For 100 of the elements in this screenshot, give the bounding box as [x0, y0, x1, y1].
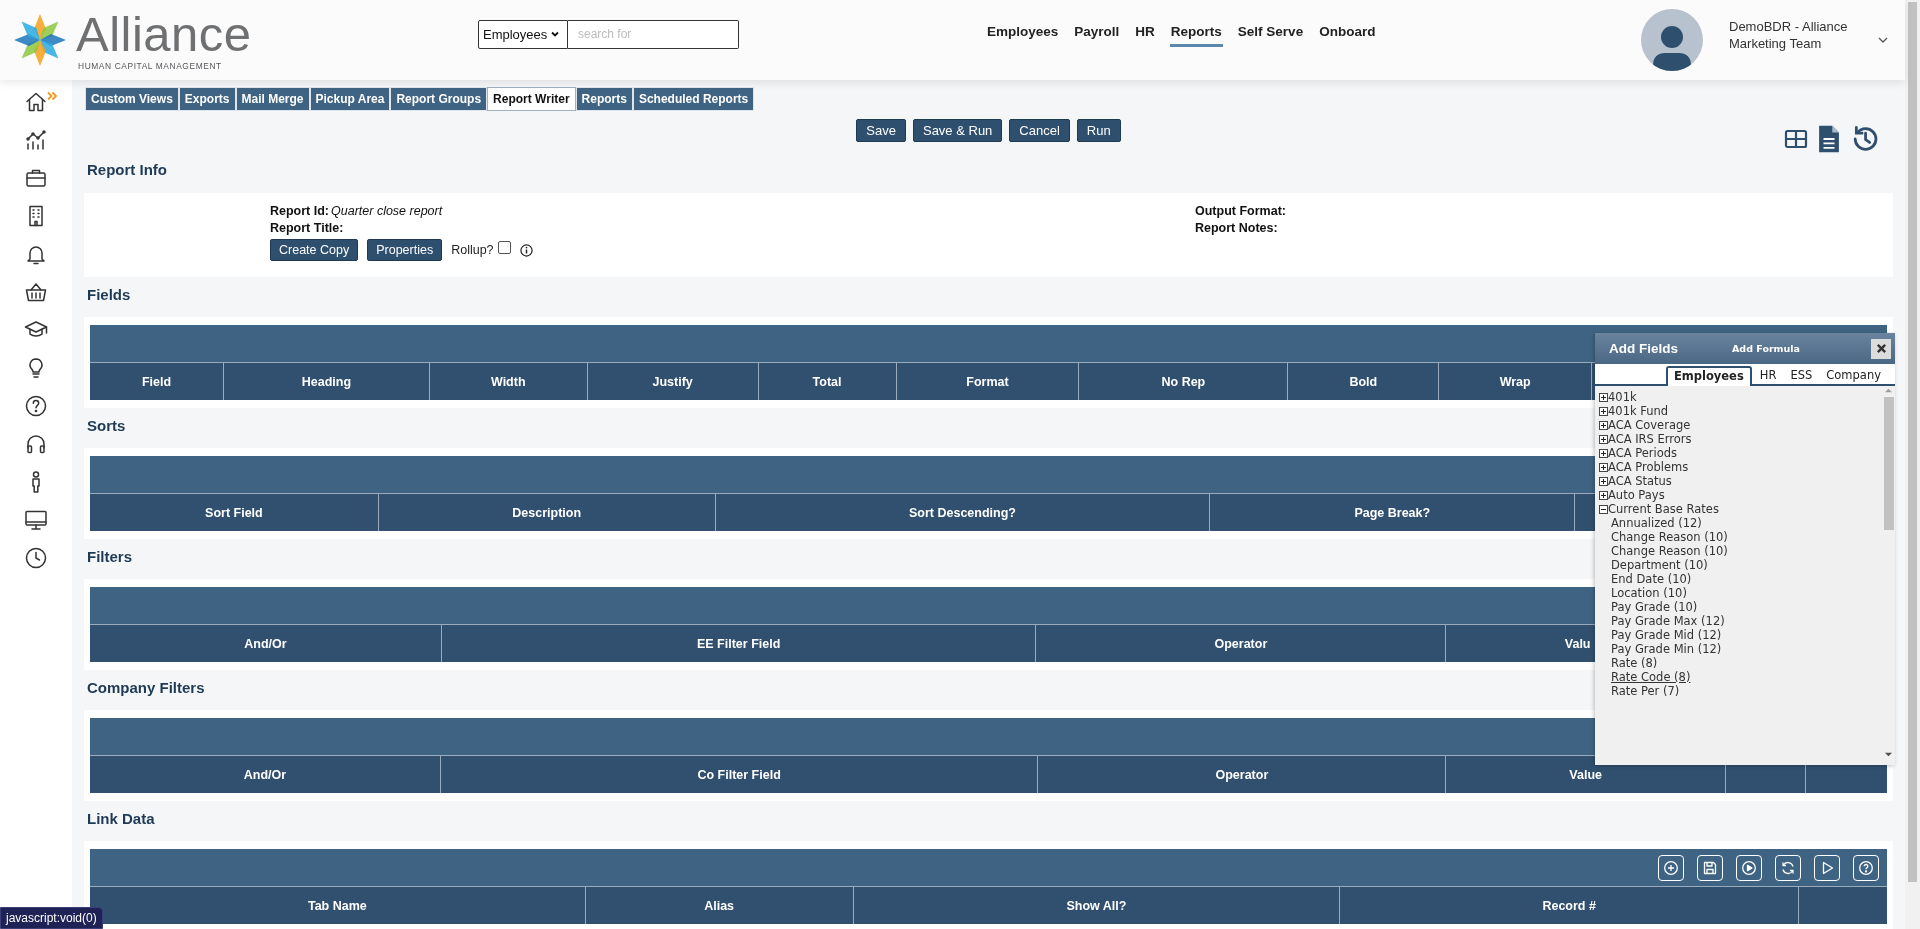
tree-item[interactable]: Change Reason (10): [1599, 530, 1882, 544]
basket-icon[interactable]: [24, 280, 48, 304]
refresh-icon: [1780, 859, 1796, 876]
headphones-icon[interactable]: [24, 432, 48, 456]
panel-tab[interactable]: ESS: [1784, 367, 1819, 384]
expand-icon[interactable]: [1599, 462, 1608, 472]
logo-tagline: HUMAN CAPITAL MANAGEMENT: [78, 60, 223, 71]
tree-item[interactable]: ACA Periods: [1608, 446, 1678, 460]
info-button[interactable]: Properties: [367, 239, 443, 261]
expand-icon[interactable]: [1599, 392, 1608, 402]
column-header: Bold: [1349, 374, 1378, 389]
action-button[interactable]: Cancel: [1009, 119, 1070, 142]
section-heading: Company Filters: [86, 678, 205, 698]
tab[interactable]: Scheduled Reports: [632, 87, 755, 111]
monitor-icon[interactable]: [24, 508, 48, 532]
tree-item[interactable]: 401k Fund: [1608, 404, 1669, 418]
collapse-icon[interactable]: [1599, 504, 1608, 514]
tab[interactable]: Custom Views: [85, 87, 179, 111]
expand-icon[interactable]: [1599, 406, 1608, 416]
action-button[interactable]: Save: [856, 119, 906, 142]
nav-link[interactable]: Onboard: [1318, 21, 1377, 47]
action-button[interactable]: Run: [1076, 119, 1121, 142]
tree-item[interactable]: Pay Grade Min (12): [1599, 642, 1882, 656]
tree-item[interactable]: Location (10): [1599, 586, 1882, 600]
tree-item[interactable]: Auto Pays: [1608, 488, 1665, 502]
scrollbar[interactable]: [1882, 386, 1895, 765]
nav-link[interactable]: HR: [1134, 21, 1156, 47]
expand-icon[interactable]: [1599, 434, 1608, 444]
tab[interactable]: Report Writer: [487, 87, 576, 111]
add-formula-link[interactable]: Add Formula: [1732, 343, 1800, 354]
refresh-button[interactable]: [1775, 854, 1801, 881]
tab[interactable]: Pickup Area: [309, 87, 391, 111]
help-button[interactable]: [1853, 854, 1879, 881]
column-header: Valu: [1564, 636, 1591, 651]
search-field[interactable]: search for: [568, 19, 739, 49]
tree-item[interactable]: ACA Status: [1608, 474, 1672, 488]
expand-icon[interactable]: [1599, 448, 1608, 458]
column-header: Sort Field: [205, 505, 263, 520]
tree-item[interactable]: ACA Coverage: [1608, 418, 1691, 432]
field-label: Output Format:: [1195, 204, 1286, 218]
home-icon[interactable]: [24, 90, 48, 114]
play-circle-button[interactable]: [1736, 854, 1762, 881]
status-url: javascript:void(0): [0, 907, 103, 929]
column-header: Wrap: [1499, 374, 1531, 389]
tab[interactable]: Reports: [575, 87, 633, 111]
section-heading: Sorts: [86, 416, 126, 436]
add-circle-button[interactable]: [1658, 854, 1684, 881]
save-button[interactable]: [1697, 854, 1723, 881]
column-header: Justify: [652, 374, 693, 389]
tree-item[interactable]: Current Base Rates: [1608, 502, 1719, 516]
section-heading: Report Info: [86, 160, 167, 180]
tree-item[interactable]: Rate (8): [1599, 656, 1882, 670]
field-label: Report Id:: [270, 204, 330, 218]
tree-item[interactable]: ACA IRS Errors: [1608, 432, 1692, 446]
help-icon: [1858, 859, 1874, 876]
nav-link[interactable]: Self Serve: [1236, 21, 1305, 47]
tree-item[interactable]: Rate Per (7): [1599, 684, 1882, 698]
column-header: Width: [490, 374, 526, 389]
panel-tab[interactable]: Employees: [1665, 366, 1752, 386]
chart-icon[interactable]: [24, 128, 48, 152]
table-icon[interactable]: [1784, 127, 1808, 151]
help-icon[interactable]: [24, 394, 48, 418]
section-heading: Filters: [86, 547, 132, 567]
nav-link[interactable]: Employees: [986, 21, 1060, 47]
tree-item[interactable]: ACA Problems: [1608, 460, 1689, 474]
tree-item[interactable]: Pay Grade (10): [1599, 600, 1882, 614]
tab[interactable]: Mail Merge: [235, 87, 310, 111]
scroll-down-icon[interactable]: [1884, 750, 1893, 759]
column-header: Heading: [301, 374, 351, 389]
expand-icon[interactable]: [1599, 420, 1608, 430]
tree-item[interactable]: Department (10): [1599, 558, 1882, 572]
play-button[interactable]: [1814, 854, 1840, 881]
column-header: Description: [512, 505, 582, 520]
expand-icon[interactable]: [1599, 476, 1608, 486]
tab[interactable]: Exports: [178, 87, 236, 111]
nav-link[interactable]: Payroll: [1073, 21, 1121, 47]
tree-item[interactable]: Change Reason (10): [1599, 544, 1882, 558]
action-button[interactable]: Save & Run: [912, 119, 1003, 142]
caret-icon: [550, 29, 561, 39]
tab[interactable]: Report Groups: [390, 87, 488, 111]
column-header: EE Filter Field: [696, 636, 781, 651]
tree-item[interactable]: Pay Grade Max (12): [1599, 614, 1882, 628]
document-icon[interactable]: [1818, 124, 1840, 154]
scope-dropdown[interactable]: Employees: [478, 19, 568, 49]
rollup-checkbox[interactable]: [497, 241, 511, 254]
tree-item[interactable]: Pay Grade Mid (12): [1599, 628, 1882, 642]
panel-tab[interactable]: Company: [1820, 367, 1887, 384]
column-header: Tab Name: [307, 898, 367, 913]
tree-item[interactable]: Annualized (12): [1599, 516, 1882, 530]
panel-tab[interactable]: HR: [1753, 367, 1783, 384]
info-button[interactable]: Create Copy: [270, 239, 359, 261]
close-button[interactable]: [1871, 338, 1891, 359]
info-icon[interactable]: [519, 243, 533, 257]
clock-icon[interactable]: [24, 546, 48, 570]
nav-link[interactable]: Reports: [1169, 21, 1223, 47]
tree-item[interactable]: 401k: [1608, 390, 1637, 404]
tree-item[interactable]: End Date (10): [1599, 572, 1882, 586]
scrollbar[interactable]: [1908, 2, 1917, 882]
tree-item[interactable]: Rate Code (8): [1599, 670, 1882, 684]
expand-icon[interactable]: [1599, 490, 1608, 500]
